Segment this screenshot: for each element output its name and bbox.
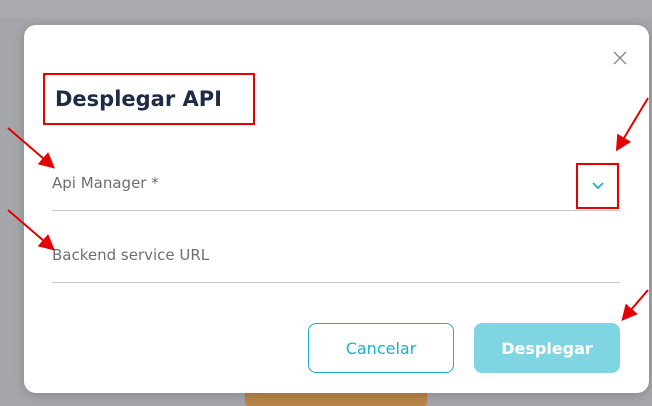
api-manager-select[interactable]: Api Manager * xyxy=(52,170,620,211)
api-manager-dropdown-toggle[interactable] xyxy=(576,163,619,209)
close-icon xyxy=(613,51,627,65)
cancel-button[interactable]: Cancelar xyxy=(308,323,454,373)
close-button[interactable] xyxy=(609,47,631,69)
chevron-down-icon xyxy=(591,182,604,190)
deploy-button[interactable]: Desplegar xyxy=(474,323,620,373)
title-highlight: Desplegar API xyxy=(43,73,255,125)
dialog-title: Desplegar API xyxy=(55,87,222,111)
api-manager-label: Api Manager * xyxy=(52,174,159,192)
backend-service-url-field[interactable]: Backend service URL xyxy=(52,242,620,283)
deploy-api-dialog: Desplegar API Api Manager * Backend serv… xyxy=(24,25,649,393)
backend-url-label: Backend service URL xyxy=(52,246,210,264)
page-backdrop xyxy=(0,0,652,18)
